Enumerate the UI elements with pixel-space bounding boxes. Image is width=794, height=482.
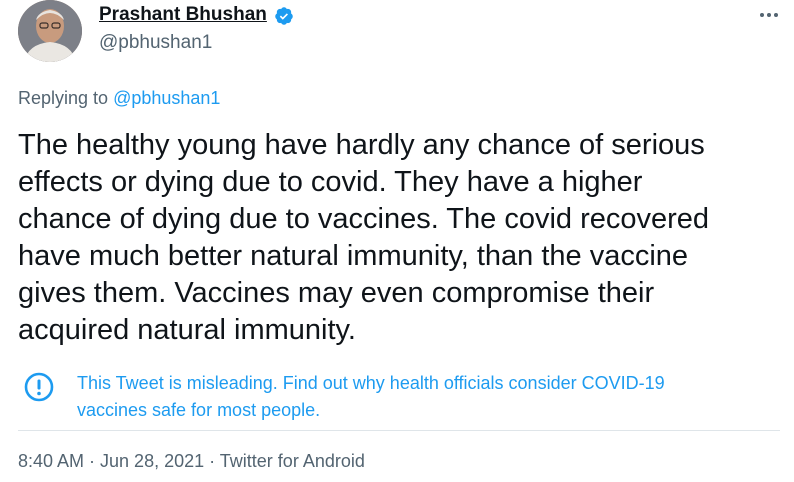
avatar[interactable] [18, 0, 82, 62]
more-options-icon[interactable] [756, 4, 782, 26]
reply-mention-link[interactable]: @pbhushan1 [113, 88, 220, 108]
misleading-notice-link[interactable]: This Tweet is misleading. Find out why h… [77, 370, 757, 424]
verified-badge-icon [274, 6, 294, 26]
tweet-text-line: The healthy young have hardly any chance… [18, 129, 705, 161]
tweet-text-line: have much better natural immunity, than … [18, 240, 689, 272]
misleading-notice-line: vaccines safe for most people. [77, 400, 321, 420]
replying-to: Replying to @pbhushan1 [18, 88, 220, 109]
replying-to-label: Replying to [18, 88, 109, 108]
avatar-image [18, 0, 82, 62]
tweet-text-line: gives them. Vaccines may even compromise… [18, 277, 655, 309]
misleading-notice-line: This Tweet is misleading. Find out why h… [77, 373, 665, 393]
tweet-text-line: effects or dying due to covid. They have… [18, 166, 643, 198]
tweet-timestamp[interactable]: 8:40 AM · Jun 28, 2021 · Twitter for And… [18, 451, 365, 472]
tweet-text-line: acquired natural immunity. [18, 314, 356, 346]
tweet-text: The healthy young have hardly any chance… [18, 127, 758, 349]
exclamation-circle-icon [23, 371, 55, 403]
tweet: Prashant Bhushan @pbhushan1 Replying to … [0, 0, 794, 482]
author-name[interactable]: Prashant Bhushan [99, 4, 267, 26]
tweet-text-line: chance of dying due to vaccines. The cov… [18, 203, 710, 235]
divider [18, 430, 780, 431]
author-handle[interactable]: @pbhushan1 [99, 32, 212, 54]
